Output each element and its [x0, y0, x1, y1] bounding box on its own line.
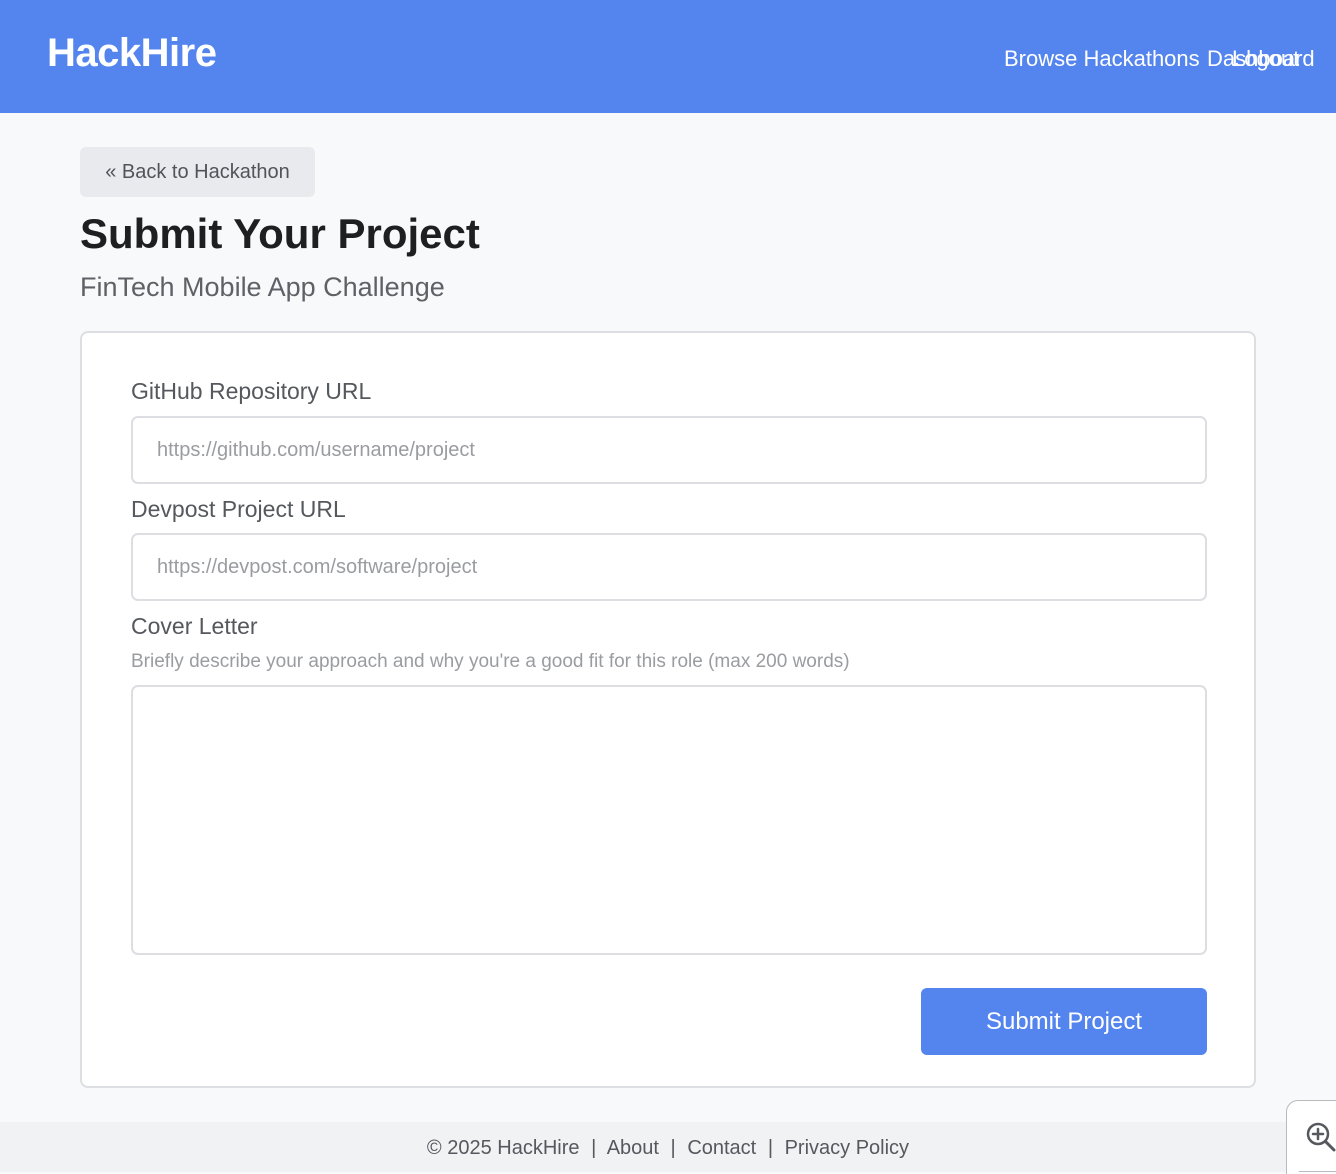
github-url-input[interactable] [131, 416, 1207, 484]
back-to-hackathon-button[interactable]: « Back to Hackathon [80, 147, 315, 197]
footer-privacy-link[interactable]: Privacy Policy [785, 1137, 909, 1159]
top-header: HackHire Browse Hackathons Dashboard Log… [0, 0, 1336, 113]
footer-separator: | [767, 1137, 774, 1159]
footer-separator: | [591, 1137, 597, 1159]
github-url-label: GitHub Repository URL [131, 378, 372, 404]
devpost-url-input[interactable] [131, 533, 1207, 601]
cover-letter-label: Cover Letter [131, 613, 258, 639]
footer-contact-link[interactable]: Contact [687, 1137, 756, 1159]
cover-letter-hint: Briefly describe your approach and why y… [131, 651, 850, 672]
footer: © 2025 HackHire | About | Contact | Priv… [0, 1122, 1336, 1172]
page-title: Submit Your Project [80, 210, 480, 257]
zoom-in-button[interactable] [1286, 1100, 1336, 1174]
nav-browse-hackathons[interactable]: Browse Hackathons [1004, 46, 1200, 72]
brand-logo[interactable]: HackHire [47, 31, 217, 76]
footer-about-link[interactable]: About [607, 1137, 659, 1159]
footer-copyright: © 2025 HackHire [426, 1137, 580, 1159]
devpost-url-label: Devpost Project URL [131, 496, 346, 522]
submit-project-button[interactable]: Submit Project [921, 988, 1207, 1055]
footer-separator: | [670, 1137, 676, 1159]
cover-letter-textarea[interactable] [131, 685, 1207, 955]
zoom-in-icon [1306, 1122, 1336, 1152]
submission-form-card: GitHub Repository URL Devpost Project UR… [80, 331, 1256, 1088]
nav-logout[interactable]: Logout [1232, 46, 1299, 72]
page-subtitle: FinTech Mobile App Challenge [80, 272, 445, 302]
zoom-divider [1299, 1171, 1336, 1172]
